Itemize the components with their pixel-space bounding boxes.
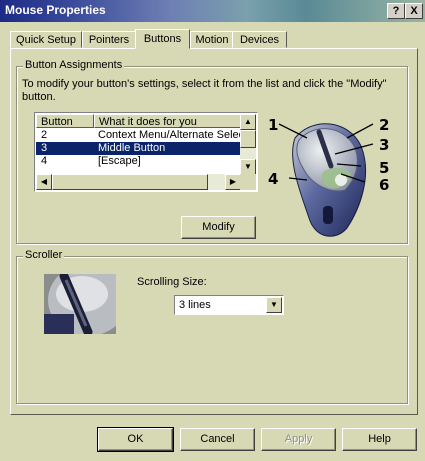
scrolling-size-label: Scrolling Size: <box>137 276 207 288</box>
scroller-label: Scroller <box>23 249 65 261</box>
close-button[interactable]: X <box>405 3 423 19</box>
list-header: Button What it does for you <box>36 114 244 128</box>
scroll-thumb[interactable] <box>240 130 256 148</box>
scroll-wheel-illustration <box>44 274 116 334</box>
callout-3: 3 <box>379 136 390 154</box>
help-title-button[interactable]: ? <box>387 3 405 19</box>
ok-button[interactable]: OK <box>97 427 174 452</box>
title-bar[interactable]: Mouse Properties ? X <box>0 0 425 22</box>
tab-quick-setup[interactable]: Quick Setup <box>10 31 82 48</box>
scroll-right-icon[interactable]: ▶ <box>225 174 241 190</box>
callout-2: 2 <box>379 116 390 134</box>
row-action: Middle Button <box>98 142 166 154</box>
tab-pointers[interactable]: Pointers <box>82 31 136 48</box>
scroll-up-icon[interactable]: ▲ <box>240 114 256 130</box>
help-button[interactable]: Help <box>342 428 417 451</box>
callout-1: 1 <box>268 116 279 134</box>
callout-4: 4 <box>268 170 279 188</box>
list-item-selected[interactable]: 3 Middle Button <box>36 142 241 155</box>
cancel-button[interactable]: Cancel <box>180 428 255 451</box>
vertical-scrollbar[interactable]: ▲ ▼ <box>240 114 256 175</box>
callout-5: 5 <box>379 159 390 177</box>
mouse-properties-window: Mouse Properties ? X Quick Setup Pointer… <box>0 0 425 461</box>
scrollbar-corner <box>240 174 256 190</box>
column-header-button[interactable]: Button <box>36 114 94 128</box>
button-assignments-label: Button Assignments <box>23 59 125 71</box>
mouse-buttons-illustration <box>278 123 374 237</box>
column-header-action[interactable]: What it does for you <box>94 114 244 128</box>
row-button: 3 <box>41 142 48 154</box>
row-button: 2 <box>41 129 48 141</box>
row-button: 4 <box>41 155 48 167</box>
row-action: Context Menu/Alternate Select <box>98 129 248 141</box>
chevron-down-icon[interactable]: ▼ <box>266 297 282 313</box>
scrolling-size-select[interactable]: 3 lines ▼ <box>174 295 284 315</box>
scroll-down-icon[interactable]: ▼ <box>240 159 256 175</box>
window-title: Mouse Properties <box>5 3 106 17</box>
tab-devices[interactable]: Devices <box>232 31 287 48</box>
button-list[interactable]: Button What it does for you 2 Context Me… <box>34 112 258 192</box>
list-item[interactable]: 4 [Escape] <box>36 155 241 168</box>
instructions-text: To modify your button's settings, select… <box>22 78 387 103</box>
list-item[interactable]: 2 Context Menu/Alternate Select <box>36 129 247 142</box>
scroll-left-icon[interactable]: ◀ <box>36 174 52 190</box>
modify-button[interactable]: Modify <box>181 216 256 239</box>
scroll-thumb-horizontal[interactable] <box>52 174 208 190</box>
apply-button[interactable]: Apply <box>261 428 336 451</box>
callout-6: 6 <box>379 176 390 194</box>
tab-buttons[interactable]: Buttons <box>135 29 190 49</box>
row-action: [Escape] <box>98 155 141 167</box>
horizontal-scrollbar[interactable]: ◀ ▶ <box>36 174 241 190</box>
scrolling-size-value: 3 lines <box>179 299 211 311</box>
tab-motion[interactable]: Motion <box>190 31 234 48</box>
